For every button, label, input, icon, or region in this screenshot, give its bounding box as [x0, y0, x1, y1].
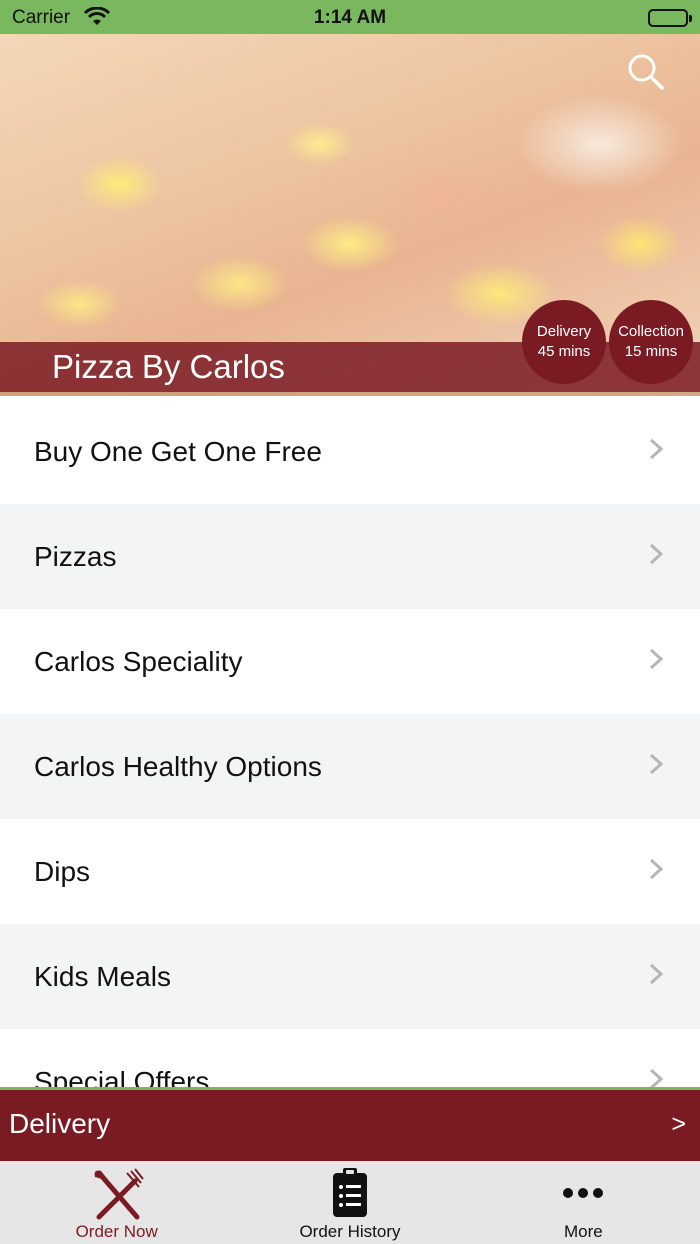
delivery-badge-time: 45 mins — [537, 343, 591, 360]
chevron-right-icon — [648, 753, 664, 780]
chevron-right-icon — [648, 858, 664, 885]
delivery-badge-label: Delivery — [536, 323, 592, 340]
chevron-right-icon — [648, 438, 664, 465]
chevron-right-icon — [648, 543, 664, 570]
chevron-right-icon — [648, 648, 664, 675]
chevron-right-icon — [648, 1068, 664, 1087]
tab-label: More — [563, 1222, 603, 1241]
menu-item-kids-meals[interactable]: Kids Meals — [0, 924, 700, 1029]
search-icon — [626, 54, 666, 96]
hero-banner: Pizza By Carlos Delivery 45 mins Collect… — [0, 34, 700, 396]
status-bar: Carrier 1:14 AM — [0, 0, 700, 34]
menu-item-label: Dips — [34, 855, 91, 887]
clipboard-list-icon — [330, 1167, 370, 1224]
fork-knife-icon — [89, 1167, 145, 1226]
menu-category-list[interactable]: Buy One Get One Free Pizzas Carlos Speci… — [0, 399, 700, 1087]
menu-item-dips[interactable]: Dips — [0, 819, 700, 924]
menu-item-label: Carlos Speciality — [34, 645, 243, 677]
collection-badge-time: 15 mins — [624, 343, 678, 360]
battery-icon — [648, 9, 692, 27]
delivery-mode-label: Delivery — [9, 1108, 111, 1139]
menu-item-pizzas[interactable]: Pizzas — [0, 504, 700, 609]
clock: 1:14 AM — [313, 7, 387, 28]
menu-item-label: Kids Meals — [34, 960, 171, 992]
search-button[interactable] — [626, 52, 666, 92]
collection-time-badge: Collection 15 mins — [609, 300, 693, 384]
menu-item-label: Buy One Get One Free — [34, 435, 322, 467]
more-dots-icon — [561, 1167, 605, 1224]
menu-item-label: Pizzas — [34, 540, 117, 572]
delivery-time-badge: Delivery 45 mins — [522, 300, 606, 384]
tab-bar: Order Now Order History More — [0, 1161, 700, 1244]
tab-more[interactable]: More — [467, 1161, 700, 1244]
menu-item-carlos-speciality[interactable]: Carlos Speciality — [0, 609, 700, 714]
delivery-mode-bar[interactable]: Delivery > — [0, 1087, 700, 1161]
delivery-arrow: > — [671, 1110, 686, 1138]
menu-item-buy-one-get-one-free[interactable]: Buy One Get One Free — [0, 399, 700, 504]
collection-badge-label: Collection — [618, 323, 684, 340]
menu-item-special-offers[interactable]: Special Offers — [0, 1029, 700, 1087]
menu-item-carlos-healthy-options[interactable]: Carlos Healthy Options — [0, 714, 700, 819]
tab-order-history[interactable]: Order History — [233, 1161, 466, 1244]
chevron-right-icon — [648, 963, 664, 990]
menu-item-label: Carlos Healthy Options — [34, 750, 322, 782]
restaurant-name: Pizza By Carlos — [52, 348, 285, 385]
tab-label: Order Now — [75, 1222, 158, 1241]
menu-item-label: Special Offers — [34, 1065, 210, 1088]
tab-label: Order History — [299, 1222, 401, 1241]
tab-order-now[interactable]: Order Now — [0, 1161, 233, 1244]
